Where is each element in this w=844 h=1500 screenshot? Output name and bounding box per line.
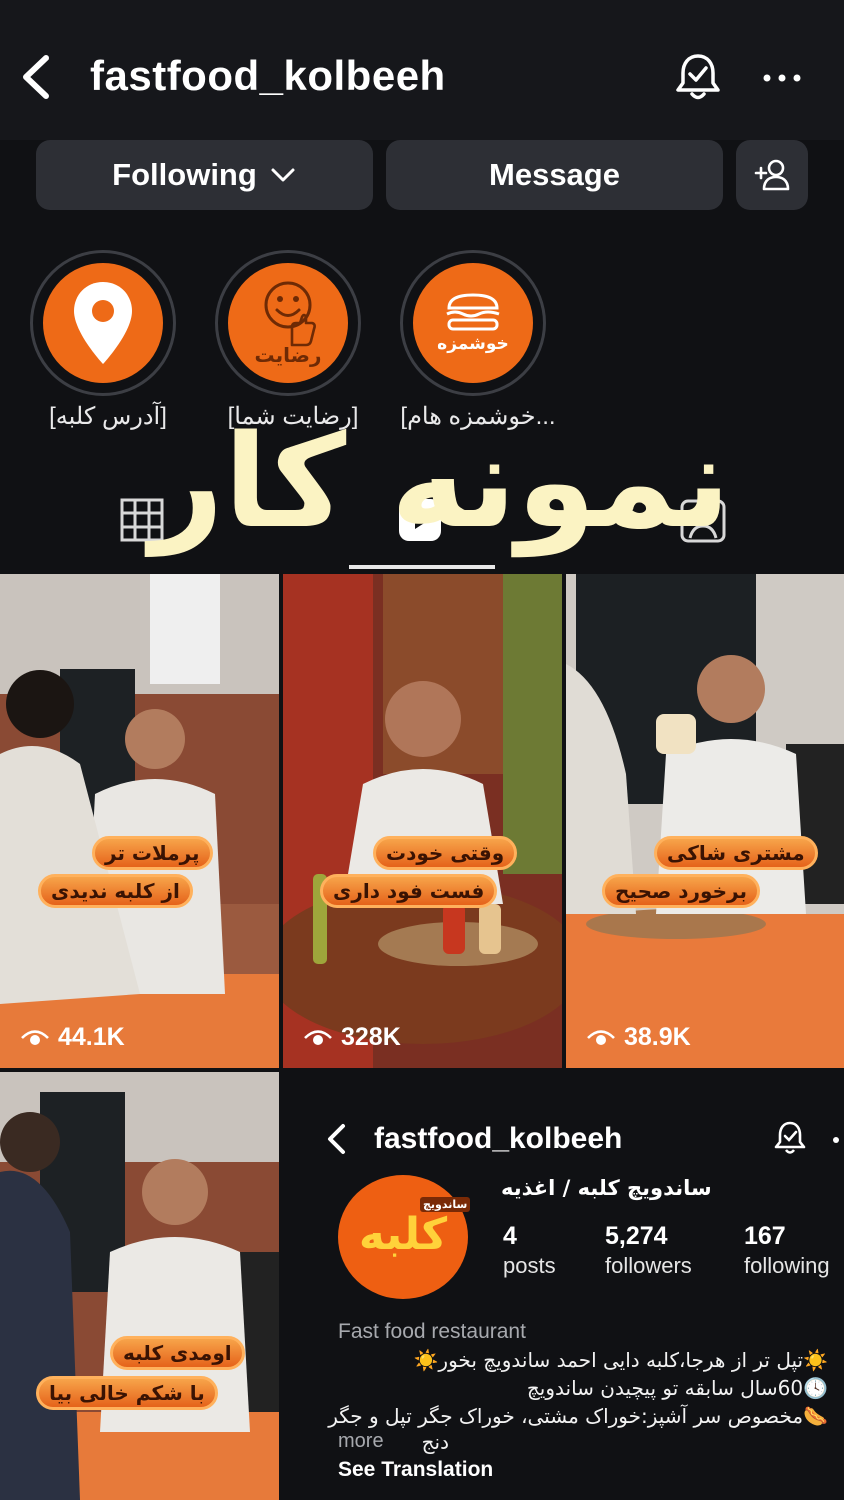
play-count-icon	[304, 1029, 332, 1045]
reel-caption-bottom: فست فود داری	[320, 874, 498, 908]
add-person-icon	[754, 159, 790, 191]
reel-caption-top: اومدی کلبه	[110, 1336, 245, 1370]
stat-following: 167 following	[744, 1222, 830, 1278]
suggest-people-button[interactable]	[736, 140, 808, 210]
reel-thumbnail	[566, 574, 844, 1068]
reel-view-count: 44.1K	[20, 1023, 125, 1052]
highlight-badge-text: رضایت	[254, 343, 322, 367]
profile-header: fastfood_kolbeeh	[0, 0, 844, 140]
message-label: Message	[489, 157, 620, 192]
reel-view-count: 38.9K	[586, 1023, 691, 1052]
reel-caption-top: وقتی خودت	[373, 836, 518, 870]
notification-bell-icon	[774, 1121, 806, 1154]
reel-caption-top: پرملات تر	[92, 836, 213, 870]
play-count-icon	[21, 1029, 49, 1045]
highlight-cover: رضایت	[224, 259, 352, 387]
reel-tile[interactable]: پرملات تر از کلبه ندیدی 44.1K	[0, 574, 279, 1068]
reel-caption-bottom: با شکم خالی بیا	[36, 1376, 218, 1410]
notification-bell-icon[interactable]	[672, 50, 724, 104]
profile-category: Fast food restaurant	[338, 1320, 526, 1343]
reel-tile[interactable]: اومدی کلبه با شکم خالی بیا	[0, 1072, 279, 1500]
more-options-icon[interactable]	[760, 66, 804, 90]
bio-more-link: more	[338, 1430, 384, 1452]
profile-username: fastfood_kolbeeh	[90, 52, 446, 99]
following-label: Following	[112, 157, 257, 192]
highlight-cover: خوشمزه	[409, 259, 537, 387]
reel-thumbnail	[283, 574, 562, 1068]
reel-thumbnail	[0, 1072, 279, 1500]
smiley-thumbs-up-icon	[264, 281, 316, 347]
stat-followers: 5,274 followers	[605, 1222, 692, 1278]
play-count-icon	[587, 1029, 615, 1045]
reel-view-count: 328K	[303, 1023, 401, 1052]
reel-tile[interactable]: وقتی خودت فست فود داری 328K	[283, 574, 562, 1068]
more-options-icon	[833, 1137, 839, 1143]
embedded-profile-screenshot[interactable]: fastfood_kolbeeh ساندویچ کلبه ساندویچ کل…	[283, 1072, 844, 1500]
highlight-badge-text: خوشمزه	[437, 334, 509, 354]
chevron-down-icon	[271, 168, 295, 182]
embedded-username: fastfood_kolbeeh	[374, 1122, 623, 1155]
avatar-logo-text: کلبه	[358, 1209, 448, 1260]
stat-posts: 4 posts	[503, 1222, 556, 1278]
reel-caption-bottom: از کلبه ندیدی	[38, 874, 193, 908]
location-pin-icon	[74, 282, 132, 364]
highlight-cover	[39, 259, 167, 387]
reel-thumbnail	[0, 574, 279, 1068]
watermark-overlay: نمونه کار	[150, 408, 731, 557]
bio-line: 🌭مخصوص سر آشپز:خوراک مشتی، خوراک جگر تپل…	[328, 1404, 828, 1428]
active-tab-indicator	[349, 565, 495, 569]
following-button[interactable]: Following	[36, 140, 373, 210]
see-translation-link: See Translation	[338, 1458, 494, 1481]
message-button[interactable]: Message	[386, 140, 723, 210]
reel-caption-top: مشتری شاکی	[654, 836, 818, 870]
back-arrow-icon	[328, 1124, 345, 1154]
bio-line: دنج	[421, 1430, 449, 1454]
burger-icon	[446, 293, 500, 331]
reel-caption-bottom: برخورد صحیح	[602, 874, 760, 908]
profile-display-name: ساندویچ کلبه / اغذیه	[501, 1176, 712, 1200]
profile-avatar: ساندویچ کلبه	[338, 1175, 471, 1299]
back-arrow-icon[interactable]	[18, 52, 58, 102]
bio-line: ☀️تپل تر از هرجا،کلبه دایی احمد ساندویچ …	[413, 1348, 828, 1372]
bio-line: 🕓60سال سابقه تو پیچیدن ساندویچ	[526, 1376, 828, 1400]
reel-tile[interactable]: مشتری شاکی برخورد صحیح 38.9K	[566, 574, 844, 1068]
